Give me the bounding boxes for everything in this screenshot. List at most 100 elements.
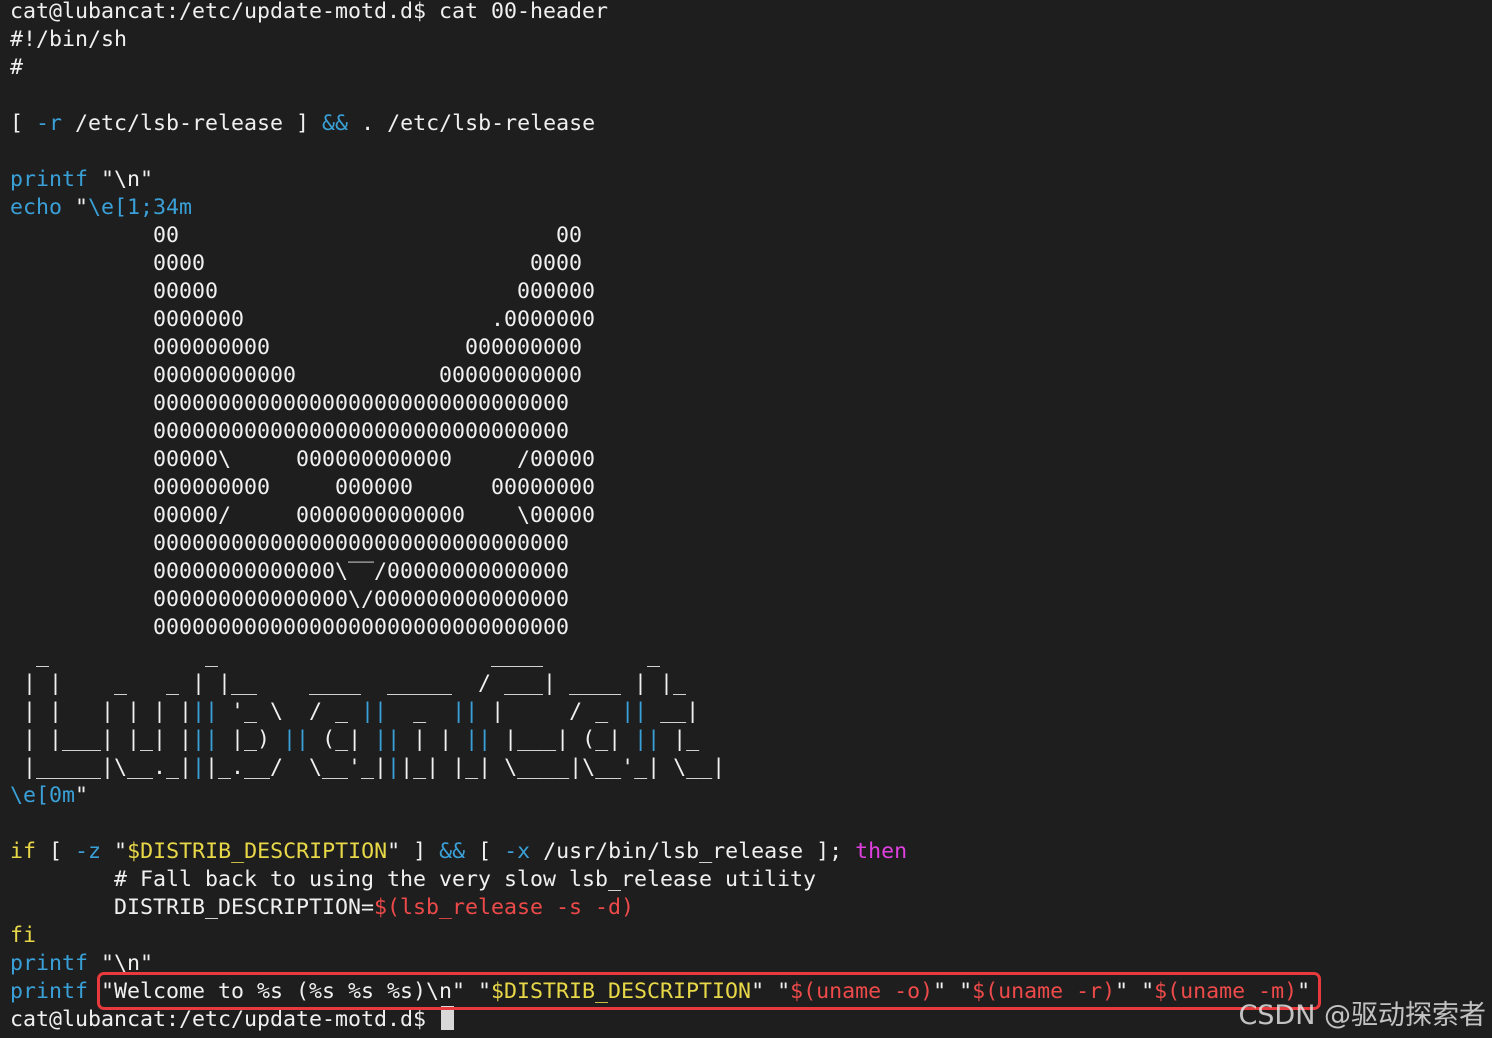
terminal-text-segment: 00000000000000000000000000000000 bbox=[10, 531, 570, 556]
terminal-line: 00000 000000 bbox=[10, 278, 1310, 306]
terminal-text-segment: 00000/ 0000000000000 \00000 bbox=[10, 503, 596, 528]
terminal-text-segment: $(lsb_release -s -d) bbox=[374, 895, 635, 920]
terminal-text-segment: " " bbox=[751, 979, 791, 1004]
terminal-text-segment: printf bbox=[10, 979, 89, 1004]
terminal-line: _ _ ____ _ bbox=[10, 642, 1310, 670]
terminal-text-segment: $(uname -o) bbox=[790, 979, 934, 1004]
terminal-line: printf "\n" bbox=[10, 950, 1310, 978]
terminal-text-segment: 000000000 000000000 bbox=[10, 335, 583, 360]
terminal-text-segment: && bbox=[439, 839, 466, 864]
terminal-line: 0000000 .0000000 bbox=[10, 306, 1310, 334]
terminal-text-segment: 00000000000000000000000000000000 bbox=[10, 391, 570, 416]
terminal-text-segment: -z bbox=[75, 839, 102, 864]
terminal-text-segment: cat@lubancat:/etc/update-motd.d$ cat 00-… bbox=[10, 0, 609, 24]
terminal-text-segment: 00000000000 00000000000 bbox=[10, 363, 583, 388]
terminal-text-segment: 000000000000000\/000000000000000 bbox=[10, 587, 570, 612]
watermark: CSDN @驱动探索者 bbox=[1238, 1000, 1486, 1031]
terminal-text-segment: | bbox=[387, 755, 401, 780]
terminal-text-segment: | | bbox=[400, 727, 466, 752]
terminal-text-segment: | | | | | | bbox=[10, 699, 193, 724]
terminal-text-segment: " bbox=[62, 195, 89, 220]
terminal-text-segment: . /etc/lsb-release bbox=[348, 111, 596, 136]
terminal-text-segment: || bbox=[634, 727, 661, 752]
terminal-line: 00000000000000000000000000000000 bbox=[10, 530, 1310, 558]
terminal-text-segment: \e[1;34m bbox=[88, 195, 193, 220]
terminal-line: 000000000 000000 00000000 bbox=[10, 474, 1310, 502]
terminal-line: | | | | | ||| '_ \ / _ || _ || | / _ || … bbox=[10, 698, 1310, 726]
terminal-text-segment: 00000000000000000000000000000000 bbox=[10, 419, 570, 444]
terminal-text-segment: 00 00 bbox=[10, 223, 583, 248]
terminal-line: cat@lubancat:/etc/update-motd.d$ cat 00-… bbox=[10, 0, 1310, 26]
terminal-text-segment: [ bbox=[10, 111, 37, 136]
terminal-text-segment: || bbox=[361, 699, 388, 724]
terminal-text-segment: || bbox=[621, 699, 648, 724]
terminal-text-segment: || bbox=[374, 727, 401, 752]
terminal-text-segment: DISTRIB_DESCRIPTION= bbox=[10, 895, 375, 920]
terminal-text-segment: printf bbox=[10, 951, 89, 976]
terminal-line: 0000 0000 bbox=[10, 250, 1310, 278]
terminal-text-segment: $DISTRIB_DESCRIPTION bbox=[491, 979, 752, 1004]
terminal-text-segment: '_ \ / _ bbox=[218, 699, 362, 724]
terminal-text-segment: echo bbox=[10, 195, 63, 220]
terminal-line: 00 00 bbox=[10, 222, 1310, 250]
terminal-line: if [ -z "$DISTRIB_DESCRIPTION" ] && [ -x… bbox=[10, 838, 1310, 866]
terminal-text-segment: 00000\ 000000000000 /00000 bbox=[10, 447, 596, 472]
terminal-text-segment: " bbox=[101, 839, 128, 864]
terminal-line: DISTRIB_DESCRIPTION=$(lsb_release -s -d) bbox=[10, 894, 1310, 922]
terminal-line: \e[0m" bbox=[10, 782, 1310, 810]
terminal-text-segment: # Fall back to using the very slow lsb_r… bbox=[10, 867, 817, 892]
prompt-line[interactable]: cat@lubancat:/etc/update-motd.d$ bbox=[10, 1006, 1310, 1034]
terminal-text-segment: || bbox=[283, 727, 310, 752]
terminal-text-segment: (_| bbox=[309, 727, 375, 752]
terminal-text-segment: "\n" bbox=[88, 951, 154, 976]
terminal-text-segment: |_____|\__._| bbox=[10, 755, 193, 780]
terminal-text-segment: $(uname -r) bbox=[972, 979, 1116, 1004]
terminal-text-segment: /etc/lsb-release ] bbox=[62, 111, 323, 136]
terminal-text-segment: | bbox=[192, 755, 206, 780]
terminal-text-segment: [ bbox=[465, 839, 505, 864]
terminal-text-segment: 000000000 000000 00000000 bbox=[10, 475, 596, 500]
terminal-text-segment: fi bbox=[10, 923, 37, 948]
terminal-text-segment: -r bbox=[36, 111, 63, 136]
terminal-text-segment: $DISTRIB_DESCRIPTION bbox=[127, 839, 388, 864]
text-cursor[interactable] bbox=[441, 1006, 455, 1030]
terminal-text-segment: " bbox=[75, 783, 89, 808]
terminal-text-segment: " ] bbox=[387, 839, 440, 864]
terminal-text-segment: | | _ _ | |__ ____ _____ / ___| ____ | |… bbox=[10, 671, 687, 696]
terminal-text-segment: 0000 0000 bbox=[10, 251, 583, 276]
terminal-line: #!/bin/sh bbox=[10, 26, 1310, 54]
terminal-text-segment: |_ bbox=[660, 727, 700, 752]
terminal-text-segment: #!/bin/sh bbox=[10, 27, 128, 52]
terminal-text-segment: | / _ bbox=[478, 699, 622, 724]
terminal-text-segment: _ _ ____ _ bbox=[10, 643, 661, 668]
terminal-text-segment: printf bbox=[10, 167, 89, 192]
terminal-text-segment: |___| (_| bbox=[491, 727, 635, 752]
terminal-line: printf "Welcome to %s (%s %s %s)\n" "$DI… bbox=[10, 978, 1310, 1006]
terminal-text-segment: || bbox=[465, 727, 492, 752]
terminal-text-segment: 00000000000000\‾‾/00000000000000 bbox=[10, 559, 570, 584]
terminal-line: printf "\n" bbox=[10, 166, 1310, 194]
terminal-text-segment: # bbox=[10, 55, 24, 80]
terminal-line: [ -r /etc/lsb-release ] && . /etc/lsb-re… bbox=[10, 110, 1310, 138]
terminal-line: 000000000000000\/000000000000000 bbox=[10, 586, 1310, 614]
shell-prompt: cat@lubancat:/etc/update-motd.d$ bbox=[10, 1007, 440, 1032]
terminal-line: # bbox=[10, 54, 1310, 82]
terminal-text-segment: |_) bbox=[218, 727, 284, 752]
terminal-line: fi bbox=[10, 922, 1310, 950]
terminal-line: | | _ _ | |__ ____ _____ / ___| ____ | |… bbox=[10, 670, 1310, 698]
terminal-text-segment: || bbox=[192, 727, 219, 752]
terminal-text-segment: | |___| |_| | bbox=[10, 727, 193, 752]
terminal-text-segment: |_.__/ \__'_| bbox=[205, 755, 388, 780]
terminal-text-segment: -x bbox=[504, 839, 531, 864]
terminal-text-segment: \e[0m bbox=[10, 783, 76, 808]
terminal-text-segment: if bbox=[10, 839, 37, 864]
terminal-line: 00000000000 00000000000 bbox=[10, 362, 1310, 390]
terminal-line: 00000000000000\‾‾/00000000000000 bbox=[10, 558, 1310, 586]
terminal-text-segment: /usr/bin/lsb_release ]; bbox=[530, 839, 856, 864]
terminal-text-segment: 00000000000000000000000000000000 bbox=[10, 615, 570, 640]
terminal-text-segment: "\n" bbox=[88, 167, 154, 192]
terminal-text-segment: 0000000 .0000000 bbox=[10, 307, 596, 332]
